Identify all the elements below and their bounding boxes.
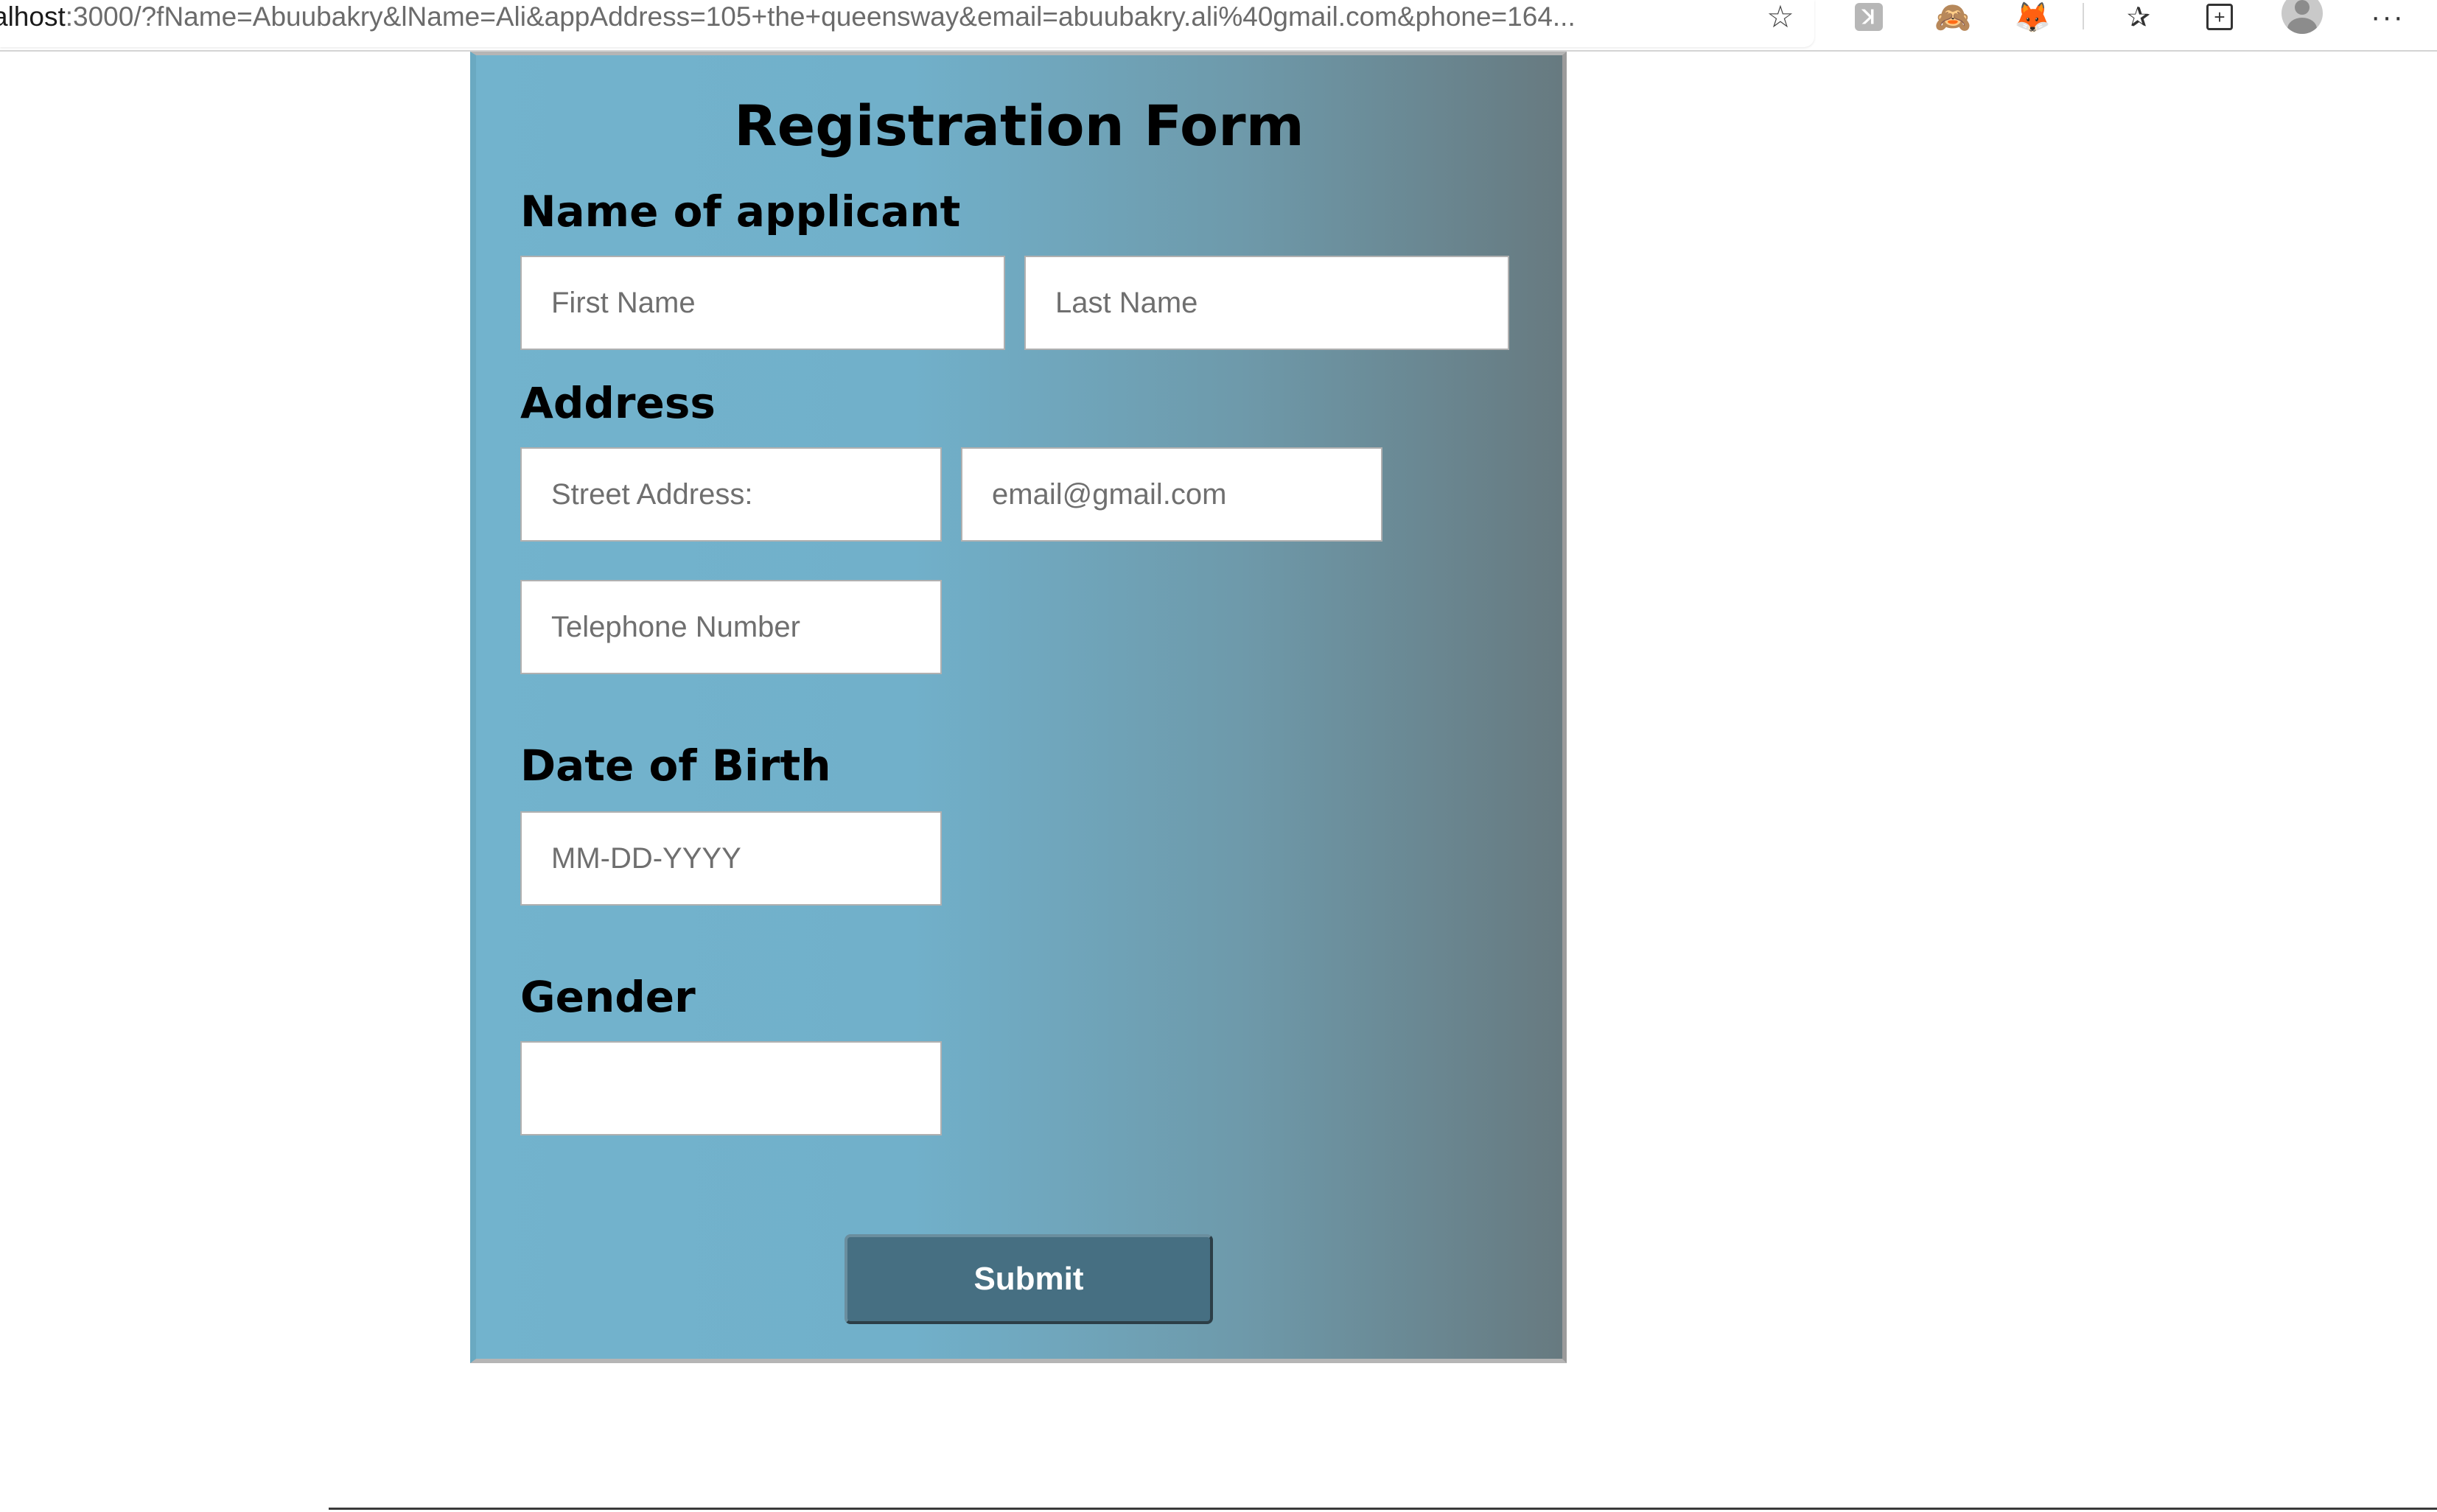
metamask-fox-icon[interactable]: 🦊 bbox=[2012, 0, 2053, 34]
address-bar[interactable]: alhost:3000/?fName=Abuubakry&lName=Ali&a… bbox=[0, 0, 1814, 47]
street-address-input[interactable] bbox=[520, 447, 942, 542]
url-host: alhost bbox=[0, 1, 66, 32]
dob-section-label: Date of Birth bbox=[520, 741, 831, 791]
form-title: Registration Form bbox=[734, 93, 1304, 158]
url-path: :3000/?fName=Abuubakry&lName=Ali&appAddr… bbox=[65, 1, 1576, 32]
first-name-input[interactable] bbox=[520, 256, 1005, 350]
page-bottom-divider bbox=[329, 1508, 2437, 1510]
favorites-icon[interactable]: ✰ bbox=[2119, 0, 2158, 34]
profile-icon[interactable] bbox=[2279, 0, 2326, 34]
address-section-label: Address bbox=[520, 378, 716, 428]
toolbar-divider bbox=[2083, 3, 2084, 29]
dob-input[interactable] bbox=[520, 811, 942, 906]
name-section-label: Name of applicant bbox=[520, 186, 961, 237]
browser-toolbar: alhost:3000/?fName=Abuubakry&lName=Ali&a… bbox=[0, 0, 2437, 52]
url-text[interactable]: alhost:3000/?fName=Abuubakry&lName=Ali&a… bbox=[0, 0, 1717, 34]
extension-monkey-icon[interactable]: 🙈 bbox=[1932, 0, 1973, 34]
extension-k-icon[interactable]: ꓘ bbox=[1853, 0, 1885, 34]
telephone-input[interactable] bbox=[520, 580, 942, 674]
star-icon[interactable]: ☆ bbox=[1763, 0, 1798, 34]
collections-icon[interactable]: + bbox=[2200, 0, 2239, 34]
email-input[interactable] bbox=[961, 447, 1382, 542]
registration-form: Registration Form Name of applicant Addr… bbox=[470, 52, 1567, 1363]
more-icon[interactable]: ··· bbox=[2366, 0, 2410, 34]
gender-section-label: Gender bbox=[520, 972, 696, 1022]
last-name-input[interactable] bbox=[1024, 256, 1509, 350]
submit-button[interactable]: Submit bbox=[845, 1234, 1213, 1324]
gender-input[interactable] bbox=[520, 1041, 942, 1135]
